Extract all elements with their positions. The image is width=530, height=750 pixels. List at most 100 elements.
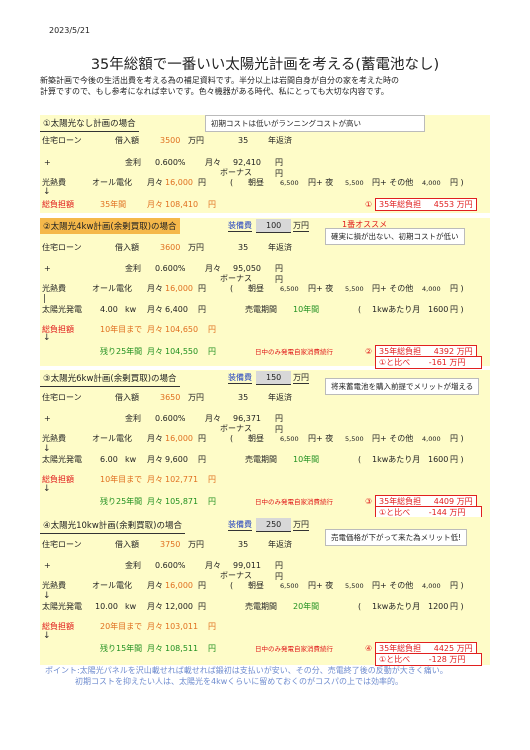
other-value: 4,000 xyxy=(422,179,441,187)
interest-label: 金利 xyxy=(125,561,141,570)
unit: 円 xyxy=(275,414,283,423)
daytime-note: 日中のみ発電自家消費続行 xyxy=(255,348,333,356)
footer-line: ポイント:太陽光パネルを沢山載せれば載せれば鍛初は支払いが安い、その分、売電終了… xyxy=(45,666,448,675)
borrow-value: 3750 xyxy=(160,540,181,549)
night-value: 5,500 xyxy=(345,582,364,590)
burden-monthly-2: 105,871 xyxy=(165,497,199,506)
paren-close: 円 ) xyxy=(450,178,464,187)
burden-monthly-2: 104,550 xyxy=(165,347,199,356)
loan-label: 住宅ローン xyxy=(42,393,82,402)
burden-monthly-1: 102,771 xyxy=(165,475,199,484)
sell-years-value: 20年間 xyxy=(293,602,320,611)
other-label: 円+ その他 xyxy=(372,434,414,443)
loan-label: 住宅ローン xyxy=(42,243,82,252)
all-electric-label: オール電化 xyxy=(92,284,132,293)
monthly-label: 月々 xyxy=(147,475,163,484)
per-kw-value: 1600 xyxy=(428,305,449,314)
burden-period-2: 残り25年間 xyxy=(100,347,143,356)
burden-monthly-2: 108,511 xyxy=(165,644,199,653)
section-solar-4kw: ②太陽光4kw計画(余剰買取)の場合 装備費 100 万円 1番オススメ 確実に… xyxy=(40,218,490,369)
utility-label: 光熱費 xyxy=(42,581,66,590)
all-electric-label: オール電化 xyxy=(92,178,132,187)
kw-unit: kw xyxy=(125,305,137,314)
other-value: 4,000 xyxy=(422,285,441,293)
total-number: ③ xyxy=(365,497,373,506)
monthly-label: 月々 xyxy=(147,581,163,590)
utility-monthly-value: 16,000 xyxy=(165,434,193,443)
sell-period-label: 売電期間 xyxy=(245,305,277,314)
burden-period-1: 20年目まで xyxy=(100,622,143,631)
equipment-value: 250 xyxy=(256,518,292,532)
callout: 将来蓄電池を購入前提でメリットが増える xyxy=(325,378,480,395)
monthly-label: 月々 xyxy=(147,325,163,334)
monthly-label: 月々 xyxy=(147,622,163,631)
monthly-label: 月々 xyxy=(205,264,221,273)
burden-monthly-1: 103,011 xyxy=(165,622,199,631)
burden-label: 総負担額 xyxy=(42,200,74,209)
borrow-label: 借入額 xyxy=(115,540,139,549)
borrow-label: 借入額 xyxy=(115,136,139,145)
other-value: 4,000 xyxy=(422,435,441,443)
all-electric-label: オール電化 xyxy=(92,581,132,590)
unit: 円 xyxy=(198,581,206,590)
footer-line: 初期コストを抑えたい人は、太陽光を4kwくらいに留めておくのがコスパの上では効率… xyxy=(75,677,404,686)
unit: 万円 xyxy=(293,373,309,384)
paren-close: 円 ) xyxy=(450,455,464,464)
night-label: 円+ 夜 xyxy=(308,284,334,293)
monthly-label: 月々 xyxy=(205,414,221,423)
unit: 円 xyxy=(275,158,283,167)
other-value: 4,000 xyxy=(422,582,441,590)
borrow-label: 借入額 xyxy=(115,243,139,252)
years-value: 35 xyxy=(238,393,249,402)
interest-value: 0.600% xyxy=(155,414,186,423)
kw-unit: kw xyxy=(125,602,137,611)
unit: 万円 xyxy=(188,136,204,145)
borrow-value: 3500 xyxy=(160,136,181,145)
equipment-value: 100 xyxy=(256,219,292,233)
down-arrow-icon: ↓ xyxy=(43,484,51,494)
total-label: 35年総負担 xyxy=(379,644,422,653)
monthly-label: 月々 xyxy=(205,158,221,167)
total-number: ② xyxy=(365,347,373,356)
burden-period: 35年間 xyxy=(100,200,127,209)
per-kw-value: 1200 xyxy=(428,602,449,611)
sell-period-label: 売電期間 xyxy=(245,602,277,611)
equipment-label: 装備費 xyxy=(228,373,252,384)
monthly-label: 月々 xyxy=(147,497,163,506)
diff-value: -144 万円 xyxy=(428,508,466,517)
diff-label: ①と比べ xyxy=(379,508,411,517)
monthly-label: 月々 xyxy=(147,602,163,611)
down-arrow-icon: ↓ xyxy=(43,187,51,197)
burden-period-1: 10年目まで xyxy=(100,325,143,334)
utility-label: 光熱費 xyxy=(42,284,66,293)
day-value: 6,500 xyxy=(280,435,299,443)
borrow-label: 借入額 xyxy=(115,393,139,402)
paren: ( xyxy=(230,178,234,187)
utility-monthly-value: 16,000 xyxy=(165,581,193,590)
other-label: 円+ その他 xyxy=(372,178,414,187)
loan-label: 住宅ローン xyxy=(42,540,82,549)
gen-monthly-value: 6,400 xyxy=(165,305,188,314)
all-electric-label: オール電化 xyxy=(92,434,132,443)
interest-value: 0.600% xyxy=(155,158,186,167)
gen-monthly-value: 12,000 xyxy=(165,602,193,611)
unit: 円 xyxy=(208,622,216,631)
unit: 円 xyxy=(198,602,206,611)
unit: 円 xyxy=(198,434,206,443)
day-value: 6,500 xyxy=(280,582,299,590)
unit: 円 xyxy=(198,455,206,464)
paren: ( xyxy=(358,602,362,611)
unit: 円 xyxy=(198,305,206,314)
section-header: ①太陽光なし計画の場合 xyxy=(40,115,139,132)
other-label: 円+ その他 xyxy=(372,284,414,293)
burden-period-2: 残り15年間 xyxy=(100,644,143,653)
intro-line: 新築計画で今後の生活出費を考える為の補足資料です。半分以上は岩間自身が自分の家を… xyxy=(40,76,399,85)
diff-value: -161 万円 xyxy=(428,358,466,367)
paren: ( xyxy=(358,305,362,314)
burden-period-1: 10年目まで xyxy=(100,475,143,484)
solar-gen-label: 太陽光発電 xyxy=(42,455,82,464)
callout: 売電価格が下がって来た為メリット低! xyxy=(325,529,468,546)
monthly-label: 月々 xyxy=(147,305,163,314)
date: 2023/5/21 xyxy=(49,26,91,35)
plus-sign: + xyxy=(44,264,51,273)
